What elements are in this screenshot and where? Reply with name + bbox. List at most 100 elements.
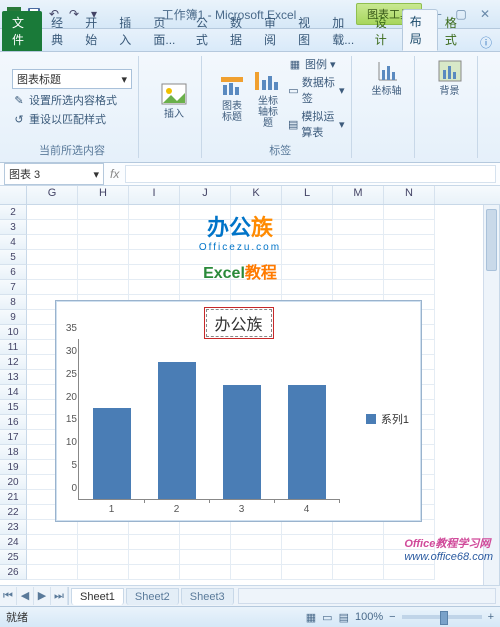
row-header[interactable]: 19 <box>0 460 27 475</box>
axes-button[interactable]: 坐标轴 <box>366 56 408 99</box>
cell[interactable] <box>333 520 384 535</box>
cell[interactable] <box>282 535 333 550</box>
column-header[interactable]: L <box>282 186 333 204</box>
chart-bar[interactable] <box>288 385 326 499</box>
row-header[interactable]: 2 <box>0 205 27 220</box>
row-header[interactable]: 25 <box>0 550 27 565</box>
zoom-slider[interactable] <box>402 615 482 619</box>
row-header[interactable]: 4 <box>0 235 27 250</box>
row-header[interactable]: 9 <box>0 310 27 325</box>
data-table-button[interactable]: ▤模拟运算表 ▾ <box>288 108 345 140</box>
sheet-nav-prev[interactable]: ◀ <box>17 587 34 605</box>
cell[interactable] <box>78 535 129 550</box>
cell[interactable] <box>282 520 333 535</box>
row-header[interactable]: 5 <box>0 250 27 265</box>
vertical-scrollbar[interactable] <box>483 205 499 585</box>
row-header[interactable]: 16 <box>0 415 27 430</box>
close-button[interactable]: ✕ <box>476 6 494 22</box>
cell[interactable] <box>384 280 435 295</box>
cell[interactable] <box>27 250 78 265</box>
cell[interactable] <box>231 520 282 535</box>
reset-style-button[interactable]: ↺重设以匹配样式 <box>12 111 132 127</box>
tab-chart-layout[interactable]: 布局 <box>402 9 438 51</box>
row-header[interactable]: 11 <box>0 340 27 355</box>
row-header[interactable]: 24 <box>0 535 27 550</box>
row-header[interactable]: 23 <box>0 520 27 535</box>
cell[interactable] <box>384 265 435 280</box>
cell[interactable] <box>384 520 435 535</box>
tab-classic[interactable]: 经典 <box>44 11 78 51</box>
row-header[interactable]: 6 <box>0 265 27 280</box>
tab-chart-format[interactable]: 格式 <box>438 11 472 51</box>
chart-bar[interactable] <box>93 408 131 499</box>
ribbon-help-icon[interactable]: ⓘ <box>472 34 500 51</box>
cell[interactable] <box>333 535 384 550</box>
zoom-level[interactable]: 100% <box>355 611 383 623</box>
column-header[interactable]: H <box>78 186 129 204</box>
tab-file[interactable]: 文件 <box>2 11 42 51</box>
row-header[interactable]: 12 <box>0 355 27 370</box>
chart-legend[interactable]: 系列1 <box>366 411 409 427</box>
cell[interactable] <box>231 535 282 550</box>
chart-title-element[interactable]: 办公族 <box>203 307 273 339</box>
row-header[interactable]: 8 <box>0 295 27 310</box>
cell[interactable] <box>129 520 180 535</box>
sheet-nav-first[interactable]: ⏮ <box>0 587 17 605</box>
background-button[interactable]: 背景 <box>429 56 471 99</box>
tab-data[interactable]: 数据 <box>223 11 257 51</box>
cell[interactable] <box>27 265 78 280</box>
analysis-button[interactable]: 分析 <box>492 56 500 99</box>
cell[interactable] <box>384 205 435 220</box>
chart-title-button[interactable]: 图表标题 <box>216 71 248 125</box>
worksheet-grid[interactable]: 2345678910111213141516171819202122232425… <box>0 205 500 585</box>
cell[interactable] <box>384 250 435 265</box>
column-header[interactable]: N <box>384 186 435 204</box>
plot-area[interactable]: 051015202530351234 <box>78 339 339 500</box>
row-header[interactable]: 3 <box>0 220 27 235</box>
zoom-slider-thumb[interactable] <box>440 611 448 625</box>
tab-home[interactable]: 开始 <box>78 11 112 51</box>
row-header[interactable]: 13 <box>0 370 27 385</box>
cell[interactable] <box>78 550 129 565</box>
cell[interactable] <box>384 235 435 250</box>
fx-icon[interactable]: fx <box>110 167 119 181</box>
cell[interactable] <box>180 535 231 550</box>
formula-bar[interactable] <box>125 165 496 183</box>
tab-view[interactable]: 视图 <box>291 11 325 51</box>
view-page-break-icon[interactable]: ▤ <box>339 611 349 624</box>
chart-object[interactable]: 办公族 051015202530351234 系列1 <box>55 300 422 522</box>
tab-addin[interactable]: 加载... <box>325 11 367 51</box>
cell[interactable] <box>180 520 231 535</box>
row-header[interactable]: 17 <box>0 430 27 445</box>
sheet-tab-1[interactable]: Sheet1 <box>71 588 124 605</box>
cell[interactable] <box>180 550 231 565</box>
scrollbar-thumb[interactable] <box>486 209 497 271</box>
row-header[interactable]: 14 <box>0 385 27 400</box>
column-header[interactable]: G <box>27 186 78 204</box>
chart-bar[interactable] <box>158 362 196 499</box>
row-header[interactable]: 15 <box>0 400 27 415</box>
sheet-nav-last[interactable]: ⏭ <box>51 587 68 605</box>
column-header[interactable]: J <box>180 186 231 204</box>
cell[interactable] <box>27 220 78 235</box>
tab-review[interactable]: 审阅 <box>257 11 291 51</box>
select-all-corner[interactable] <box>0 186 27 204</box>
cell[interactable] <box>129 550 180 565</box>
row-header[interactable]: 21 <box>0 490 27 505</box>
row-header[interactable]: 18 <box>0 445 27 460</box>
zoom-in-button[interactable]: + <box>488 611 494 623</box>
chart-bar[interactable] <box>223 385 261 499</box>
view-normal-icon[interactable]: ▦ <box>306 611 316 624</box>
column-header[interactable]: K <box>231 186 282 204</box>
cell[interactable] <box>27 550 78 565</box>
column-header[interactable]: I <box>129 186 180 204</box>
sheet-tab-3[interactable]: Sheet3 <box>181 588 234 605</box>
column-header[interactable]: M <box>333 186 384 204</box>
cell[interactable] <box>231 550 282 565</box>
row-header[interactable]: 22 <box>0 505 27 520</box>
cell[interactable] <box>384 220 435 235</box>
cell[interactable] <box>27 280 78 295</box>
cell[interactable] <box>129 535 180 550</box>
tab-page-layout[interactable]: 页面... <box>146 11 188 51</box>
cell[interactable] <box>78 520 129 535</box>
